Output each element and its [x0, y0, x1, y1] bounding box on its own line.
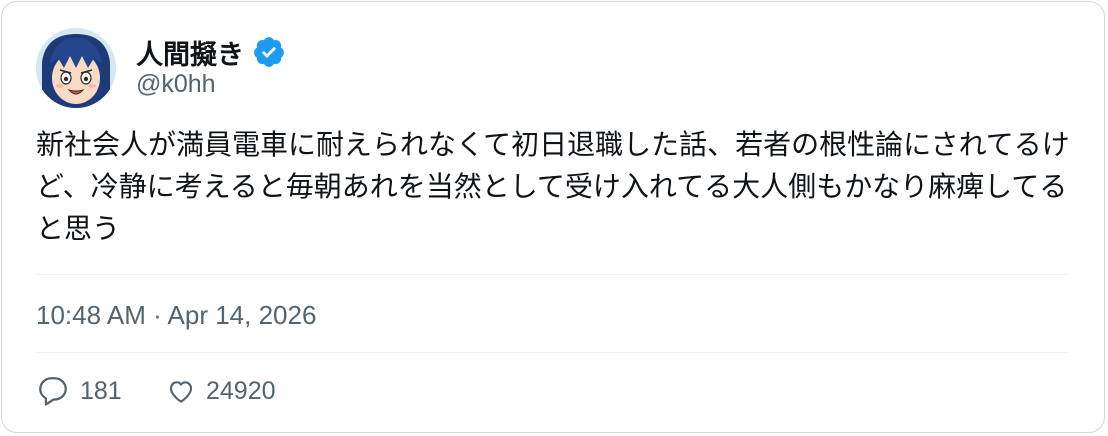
reply-button[interactable]: 181: [36, 372, 122, 410]
like-button[interactable]: 24920: [166, 372, 276, 410]
tweet-text: 新社会人が満員電車に耐えられなくて初日退職した話、若者の根性論にされてるけど、冷…: [36, 129, 1070, 244]
display-name[interactable]: 人間擬き: [136, 33, 244, 72]
like-count: 24920: [206, 376, 276, 405]
anime-avatar-icon: [36, 28, 116, 108]
divider: [36, 352, 1068, 353]
reply-count: 181: [80, 376, 122, 405]
verified-badge-icon: [252, 35, 286, 69]
heart-icon: [166, 376, 196, 406]
avatar[interactable]: [36, 28, 116, 108]
divider: [36, 274, 1068, 275]
user-handle[interactable]: @k0hh: [136, 70, 216, 99]
user-name-row: 人間擬き: [136, 32, 286, 72]
tweet-card: 人間擬き @k0hh 新社会人が満員電車に耐えられなくて初日退職した話、若者の根…: [1, 1, 1105, 433]
reply-icon: [36, 374, 70, 408]
tweet-timestamp[interactable]: 10:48 AM · Apr 14, 2026: [36, 300, 316, 331]
